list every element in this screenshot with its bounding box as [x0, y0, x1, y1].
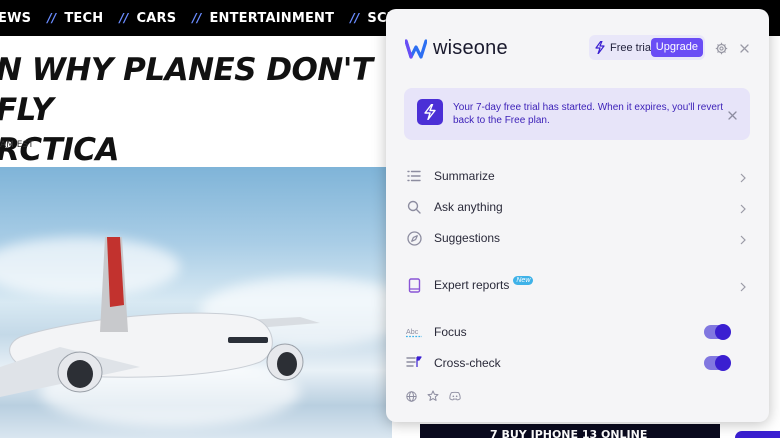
- free-trial-box: Free trial Upgrade: [589, 35, 705, 60]
- brand-name: wiseone: [433, 37, 508, 59]
- chevron-right-icon: [740, 201, 746, 219]
- menu-item-expert-reports[interactable]: Expert reports New: [404, 271, 750, 299]
- airplane-illustration: [0, 237, 320, 397]
- chevron-right-icon: [740, 170, 746, 188]
- toggle-row-cross-check: Cross-check: [404, 349, 750, 377]
- list-icon: [406, 168, 422, 184]
- toggle-label: Cross-check: [434, 356, 501, 370]
- toggle-knob: [715, 355, 731, 371]
- menu-item-label: Expert reports: [434, 278, 510, 292]
- cross-check-icon: [406, 355, 422, 371]
- nav-item-news[interactable]: //EWS: [0, 11, 31, 26]
- promo-text[interactable]: 7 BUY IPHONE 13 ONLINE: [490, 428, 647, 438]
- wiseone-panel: wiseone Free trial Upgrade Your 7-day fr…: [386, 9, 769, 422]
- trial-notice: Your 7-day free trial has started. When …: [404, 88, 750, 140]
- wiseone-logo: wiseone: [405, 37, 508, 60]
- search-icon: [406, 199, 422, 215]
- hero-image-airplane: [0, 167, 392, 438]
- menu-item-label: Summarize: [434, 169, 495, 183]
- menu-item-suggestions[interactable]: Suggestions: [404, 224, 750, 252]
- globe-icon[interactable]: [405, 390, 417, 402]
- notice-close-icon[interactable]: [728, 107, 737, 125]
- svg-text:Abc: Abc: [406, 328, 419, 336]
- panel-close-icon[interactable]: [738, 42, 750, 54]
- headline-line-1: N WHY PLANES DON'T FLY: [0, 52, 373, 128]
- toggle-row-focus: Abc Focus: [404, 318, 750, 346]
- discord-icon[interactable]: [449, 390, 461, 402]
- wiseone-logo-icon: [405, 38, 427, 59]
- nav-item-cars[interactable]: //CARS: [103, 11, 176, 26]
- menu-item-summarize[interactable]: Summarize: [404, 162, 750, 190]
- menu-item-ask-anything[interactable]: Ask anything: [404, 193, 750, 221]
- toggle-knob: [715, 324, 731, 340]
- cross-check-toggle[interactable]: [704, 355, 731, 371]
- headline-line-2: RCTICA: [0, 132, 120, 168]
- focus-toggle[interactable]: [704, 324, 731, 340]
- article-byline: AM EST: [0, 140, 34, 150]
- trial-notice-text: Your 7-day free trial has started. When …: [453, 102, 723, 126]
- upgrade-button[interactable]: Upgrade: [650, 38, 703, 57]
- nav-item-tech[interactable]: //TECH: [31, 11, 103, 26]
- compass-icon: [406, 230, 422, 246]
- new-badge: New: [513, 275, 534, 285]
- menu-item-label: Ask anything: [434, 200, 503, 214]
- footer-icons: [405, 390, 471, 402]
- free-trial-label: Free trial: [610, 41, 654, 54]
- abc-focus-icon: Abc: [406, 324, 422, 340]
- nav-item-entertainment[interactable]: //ENTERTAINMENT: [176, 11, 334, 26]
- chevron-right-icon: [740, 232, 746, 250]
- lightning-icon: [595, 41, 605, 54]
- menu-item-label: Suggestions: [434, 231, 501, 245]
- settings-gear-icon[interactable]: [714, 41, 728, 55]
- book-icon: [406, 277, 422, 293]
- promo-button[interactable]: [735, 431, 780, 438]
- notice-lightning-icon: [417, 99, 443, 125]
- article-headline: N WHY PLANES DON'T FLY RCTICA: [0, 50, 416, 170]
- toggle-label: Focus: [434, 325, 467, 339]
- chevron-right-icon: [740, 279, 746, 297]
- star-icon[interactable]: [427, 390, 439, 402]
